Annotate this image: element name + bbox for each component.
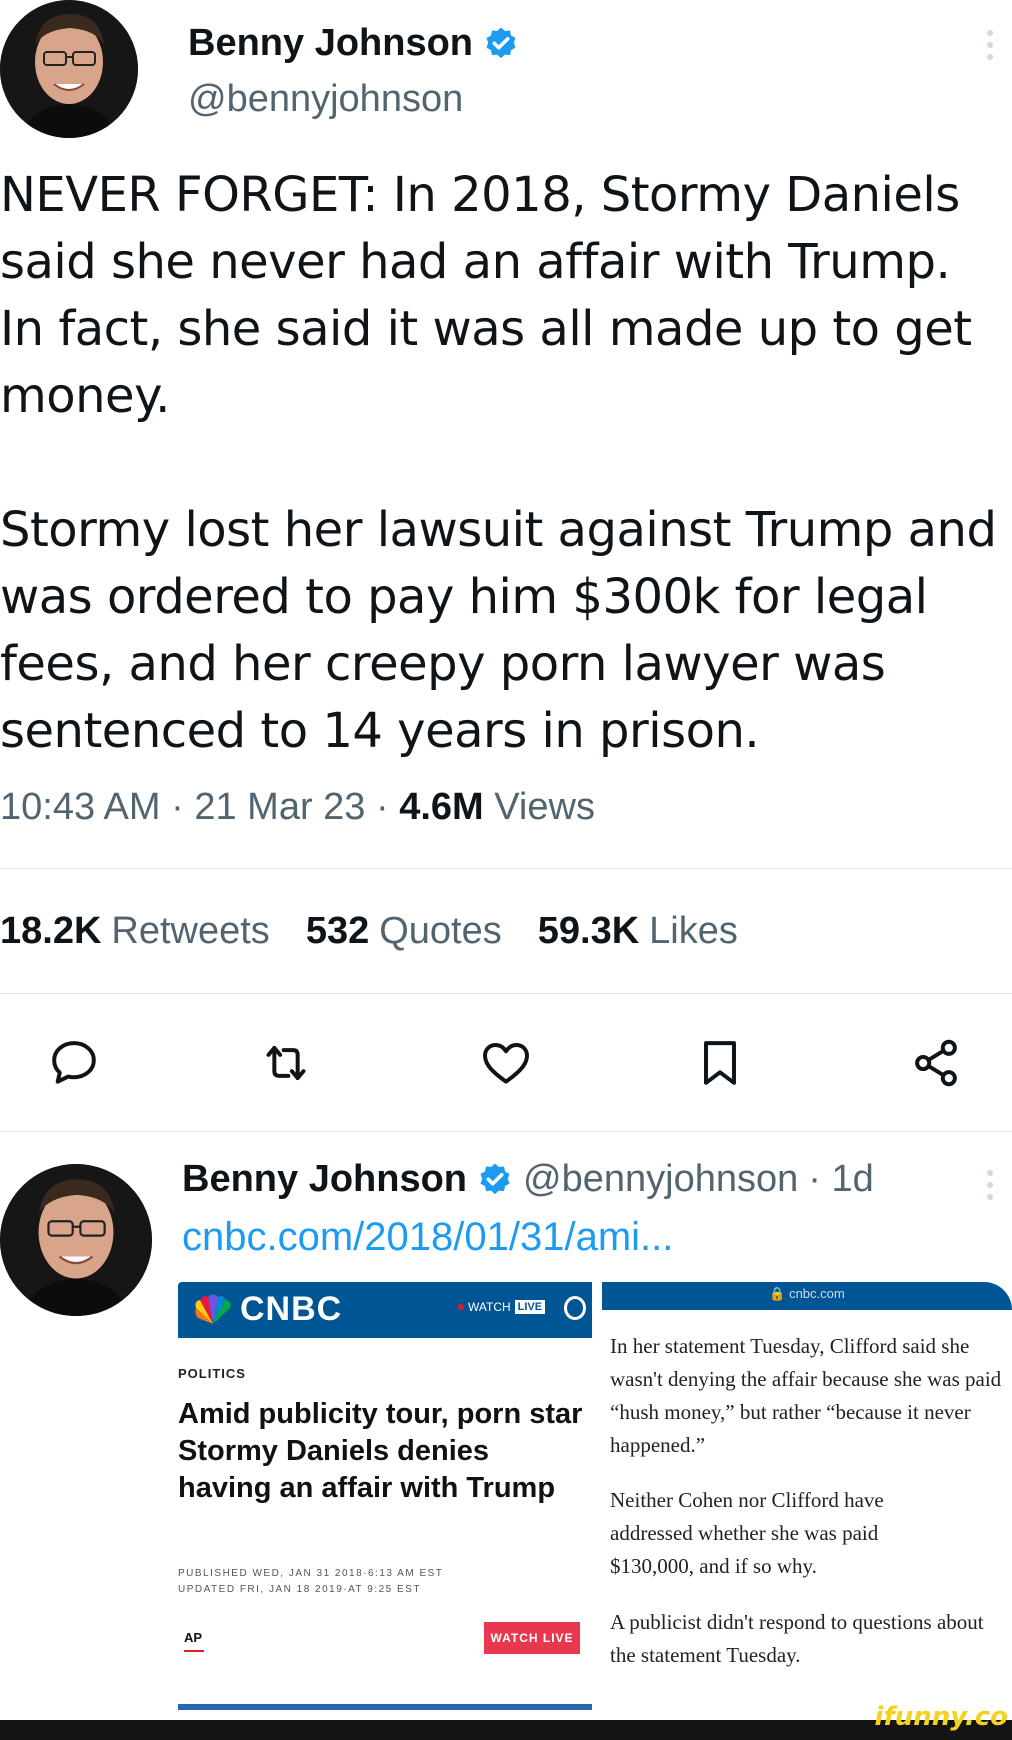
tweet-time[interactable]: 10:43 AM [0, 786, 161, 828]
blue-rule [178, 1704, 592, 1710]
author-name-text[interactable]: Benny Johnson [188, 22, 473, 65]
retweets-count: 18.2K [0, 910, 102, 952]
action-bar [0, 1035, 1012, 1095]
views-label: Views [494, 786, 595, 828]
watch-live-header: WATCH LIVE [458, 1300, 546, 1314]
source-underline [184, 1650, 204, 1652]
cnbc-logo: CNBC [192, 1290, 342, 1329]
article-headline: Amid publicity tour, porn star Stormy Da… [178, 1398, 583, 1504]
article-paragraph-2: Neither Cohen nor Clifford have addresse… [610, 1488, 884, 1578]
share-icon[interactable] [908, 1035, 964, 1091]
author-photo [0, 0, 138, 138]
bookmark-icon[interactable] [692, 1035, 748, 1091]
quotes-stat[interactable]: 532 Quotes [306, 910, 502, 953]
reply-age[interactable]: · 1d [808, 1158, 873, 1201]
author-name[interactable]: Benny Johnson [188, 22, 519, 65]
quotes-count: 532 [305, 910, 370, 952]
reply-author-name[interactable]: Benny Johnson [182, 1158, 467, 1201]
likes-stat[interactable]: 59.3K Likes [538, 910, 738, 953]
retweets-label: Retweets [111, 910, 270, 952]
article-published: PUBLISHED WED, JAN 31 2018·6:13 AM EST U… [178, 1568, 444, 1595]
attached-image[interactable]: CNBC WATCH LIVE POLITICS Amid publicity … [178, 1282, 1012, 1722]
meta-separator: · [376, 786, 389, 828]
browser-url-bar: 🔒 cnbc.com [602, 1282, 1012, 1310]
more-options-icon[interactable] [984, 1170, 996, 1200]
tweet-date[interactable]: 21 Mar 23 [194, 786, 365, 828]
engagement-stats: 18.2K Retweets 532 Quotes 59.3K Likes [0, 910, 774, 953]
article-paragraph-3: A publicist didn't respond to questions … [610, 1610, 984, 1667]
verified-badge-icon [480, 1163, 510, 1194]
article-link[interactable]: cnbc.com/2018/01/31/ami... [182, 1215, 673, 1260]
views-count: 4.6M [399, 786, 484, 828]
divider [0, 1131, 1012, 1132]
article-source: AP [184, 1630, 203, 1645]
url-text: 🔒 cnbc.com [769, 1286, 845, 1301]
more-options-icon[interactable] [984, 30, 996, 60]
verified-badge-icon [486, 27, 516, 58]
search-icon [564, 1296, 586, 1320]
likes-label: Likes [649, 910, 738, 952]
meta-separator: · [171, 786, 184, 828]
reply-author-avatar[interactable] [0, 1164, 152, 1316]
tweet-meta: 10:43 AM · 21 Mar 23 · 4.6M Views [0, 786, 595, 829]
live-label: LIVE [514, 1300, 546, 1314]
divider [0, 993, 1012, 994]
cnbc-screenshot: CNBC WATCH LIVE POLITICS Amid publicity … [178, 1282, 592, 1722]
quotes-label: Quotes [379, 910, 502, 952]
article-excerpt-screenshot: 🔒 cnbc.com In her statement Tuesday, Cli… [602, 1282, 1012, 1722]
reply-icon[interactable] [46, 1035, 102, 1091]
article-section: POLITICS [178, 1366, 246, 1381]
like-icon[interactable] [478, 1035, 534, 1091]
tweet-text: NEVER FORGET: In 2018, Stormy Daniels sa… [0, 167, 997, 759]
watermark-bar [0, 1720, 1012, 1740]
author-photo [0, 1164, 152, 1316]
divider [0, 868, 1012, 869]
reply-author-handle[interactable]: @bennyjohnson [523, 1158, 798, 1201]
peacock-icon [195, 1294, 231, 1324]
watch-label: WATCH [468, 1300, 511, 1314]
author-handle[interactable]: @bennyjohnson [188, 78, 463, 121]
reply-header: Benny Johnson @bennyjohnson · 1d [182, 1158, 874, 1201]
cnbc-brand: CNBC [240, 1290, 343, 1328]
author-avatar[interactable] [0, 0, 138, 138]
likes-count: 59.3K [537, 910, 640, 952]
article-paragraph-1: In her statement Tuesday, Clifford said … [610, 1334, 1002, 1457]
watch-live-badge: WATCH LIVE [484, 1622, 580, 1654]
ifunny-watermark: ifunny.co [874, 1702, 1008, 1732]
retweets-stat[interactable]: 18.2K Retweets [0, 910, 270, 953]
cnbc-header-bar: CNBC WATCH LIVE [178, 1282, 592, 1338]
retweet-icon[interactable] [258, 1035, 314, 1091]
